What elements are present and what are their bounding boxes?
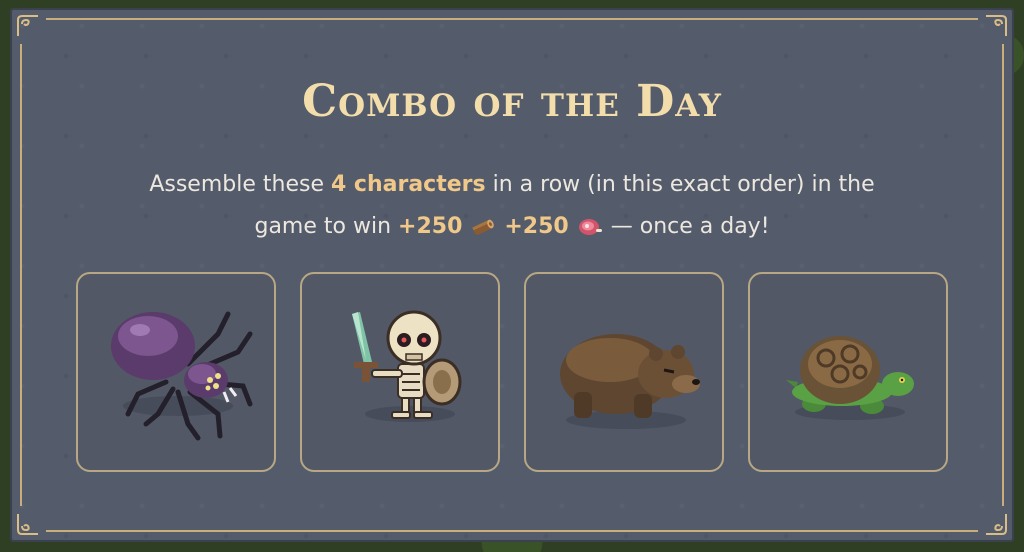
panel-border-top xyxy=(46,18,978,20)
corner-ornament-icon xyxy=(17,15,38,36)
desc-text: in a row (in this exact order) in the xyxy=(485,172,875,197)
skeleton-icon xyxy=(352,310,462,422)
character-cards xyxy=(76,272,952,474)
desc-highlight: 4 characters xyxy=(330,172,486,197)
corner-ornament-icon xyxy=(986,514,1007,535)
reward-wood-amount: +250 xyxy=(398,214,463,239)
panel-border-bottom xyxy=(46,530,978,532)
page-title: Combo of the Day xyxy=(302,76,722,127)
character-card-bear xyxy=(524,272,724,472)
desc-text: Assemble these xyxy=(149,172,331,197)
meat-icon xyxy=(578,219,602,235)
corner-ornament-icon xyxy=(986,15,1007,36)
wood-log-icon xyxy=(472,219,495,235)
desc-text: game to win xyxy=(254,214,399,239)
bear-icon xyxy=(560,334,700,429)
character-card-turtle xyxy=(748,272,948,472)
reward-meat-amount: +250 xyxy=(504,214,569,239)
turtle-icon xyxy=(786,336,914,420)
combo-description: Assemble these 4 characters in a row (in… xyxy=(60,164,964,248)
character-card-spider xyxy=(76,272,276,472)
character-card-skeleton xyxy=(300,272,500,472)
desc-text: — once a day! xyxy=(610,214,770,239)
corner-ornament-icon xyxy=(17,514,38,535)
spider-icon xyxy=(111,311,253,441)
